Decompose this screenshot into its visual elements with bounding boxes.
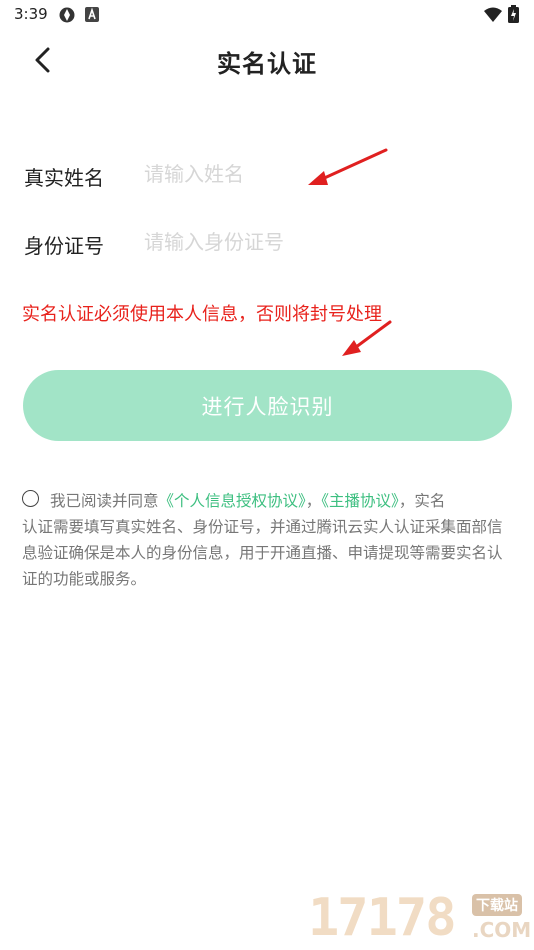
header: 实名认证 xyxy=(0,28,534,94)
notification-a-icon xyxy=(85,7,99,22)
agreement-line1-tail: ，实名 xyxy=(398,492,446,510)
agree-radio[interactable] xyxy=(22,490,39,507)
privacy-agreement-link[interactable]: 《个人信息授权协议》 xyxy=(159,492,306,510)
agreement-text: 我已阅读并同意《个人信息授权协议》，《主播协议》，实名 认证需要填写真实姓名、身… xyxy=(22,488,512,592)
watermark-domain: .COM xyxy=(472,918,532,942)
warning-text: 实名认证必须使用本人信息，否则将封号处理 xyxy=(22,304,382,325)
agreement-separator: ， xyxy=(305,492,322,510)
watermark-digits: 17178 xyxy=(308,888,457,948)
id-number-row: 身份证号 xyxy=(24,222,504,262)
site-watermark: 17178 下载站 .COM xyxy=(308,880,534,950)
name-label: 真实姓名 xyxy=(24,166,104,190)
agreement-prefix: 我已阅读并同意 xyxy=(50,492,159,510)
anchor-agreement-link[interactable]: 《主播协议》 xyxy=(321,492,399,510)
annotation-arrow-icon xyxy=(308,148,388,185)
watermark-badge: 下载站 xyxy=(472,894,522,916)
id-number-label: 身份证号 xyxy=(24,234,104,258)
wifi-icon xyxy=(484,7,502,22)
face-recognition-button[interactable]: 进行人脸识别 xyxy=(23,370,512,441)
annotation-arrow-icon xyxy=(342,320,392,356)
agreement-body: 认证需要填写真实姓名、身份证号，并通过腾讯云实人认证采集面部信息验证确保是本人的… xyxy=(22,518,503,588)
status-time: 3:39 xyxy=(14,5,48,23)
battery-charging-icon xyxy=(508,5,519,23)
name-row: 真实姓名 xyxy=(24,154,504,194)
status-bar: 3:39 xyxy=(0,0,534,28)
page-title: 实名认证 xyxy=(217,50,317,78)
id-number-input[interactable] xyxy=(144,226,484,258)
sync-icon xyxy=(59,7,75,23)
